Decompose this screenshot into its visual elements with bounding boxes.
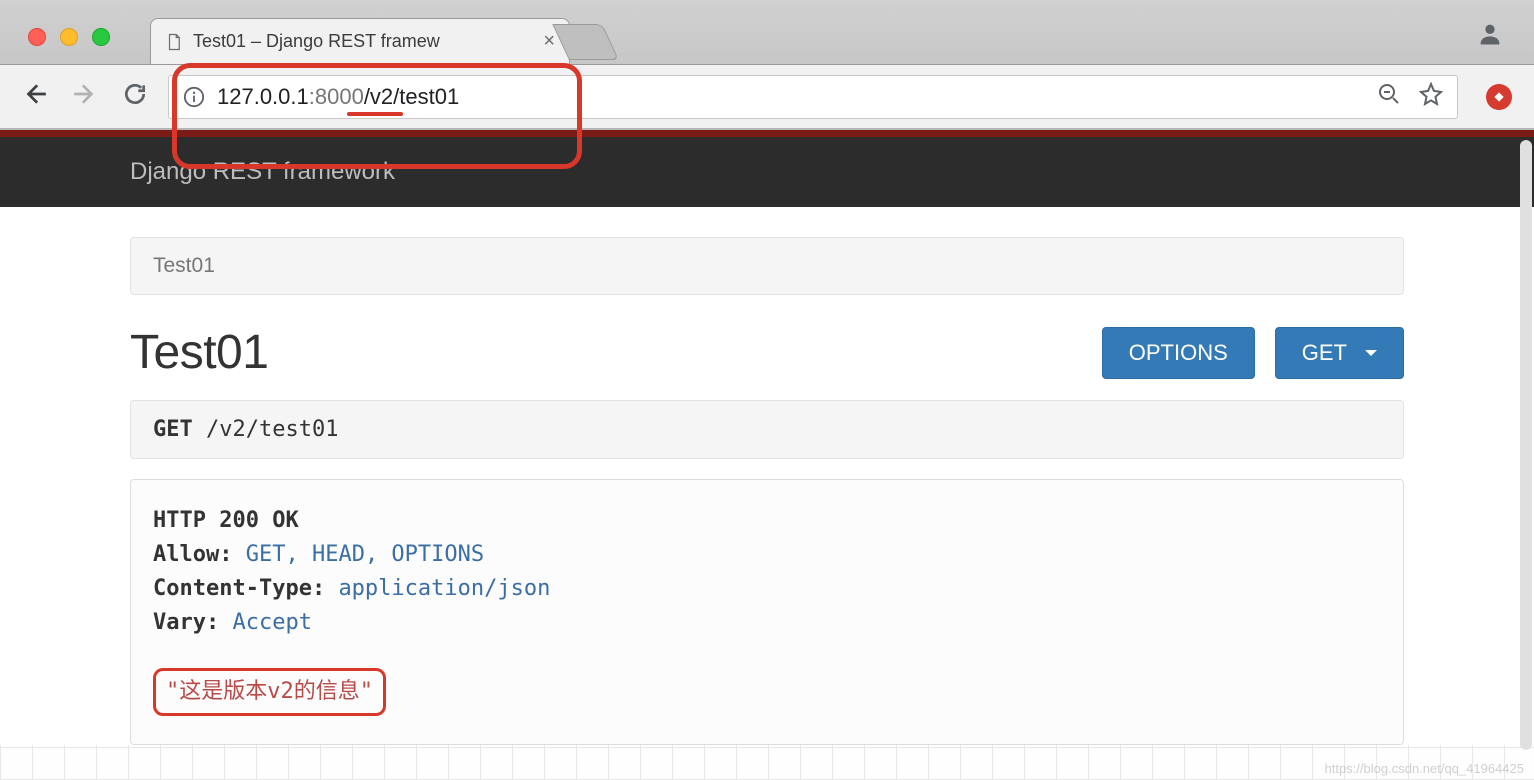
- response-header-value: GET, HEAD, OPTIONS: [246, 542, 484, 567]
- get-button[interactable]: GET: [1275, 327, 1404, 379]
- breadcrumb-current: Test01: [153, 254, 215, 277]
- reload-button[interactable]: [122, 81, 148, 112]
- minimize-window-button[interactable]: [60, 28, 78, 46]
- options-button-label: OPTIONS: [1129, 340, 1228, 366]
- request-path: /v2/test01: [206, 417, 338, 442]
- bookmark-star-icon[interactable]: [1419, 82, 1443, 112]
- chevron-down-icon: [1365, 350, 1377, 356]
- response-panel: HTTP 200 OK Allow: GET, HEAD, OPTIONS Co…: [130, 479, 1404, 745]
- close-tab-icon[interactable]: ×: [543, 30, 555, 53]
- maximize-window-button[interactable]: [92, 28, 110, 46]
- watermark: https://blog.csdn.net/qq_41964425: [1325, 761, 1525, 776]
- page-viewport: Django REST framework Test01 Test01 OPTI…: [0, 130, 1534, 780]
- response-header-row: Content-Type: application/json: [153, 572, 1381, 606]
- extension-icon[interactable]: [1486, 84, 1512, 110]
- response-header-key: Vary:: [153, 610, 219, 635]
- profile-icon[interactable]: [1476, 20, 1504, 48]
- request-line: GET /v2/test01: [130, 400, 1404, 459]
- tab-strip: Test01 – Django REST framew ×: [150, 0, 619, 64]
- url-annotation-underline: [347, 112, 403, 116]
- page-title: Test01: [130, 325, 268, 380]
- close-window-button[interactable]: [28, 28, 46, 46]
- address-bar[interactable]: 127.0.0.1:8000/v2/test01: [168, 75, 1458, 119]
- site-info-icon[interactable]: [183, 86, 205, 108]
- browser-toolbar: 127.0.0.1:8000/v2/test01: [0, 65, 1534, 130]
- response-body: "这是版本v2的信息": [153, 668, 1381, 716]
- tab-title: Test01 – Django REST framew: [193, 31, 533, 52]
- response-body-text: "这是版本v2的信息": [153, 668, 386, 716]
- request-method: GET: [153, 417, 193, 442]
- page-icon: [165, 31, 183, 53]
- get-button-label: GET: [1302, 340, 1347, 366]
- url-text: 127.0.0.1:8000/v2/test01: [217, 84, 459, 110]
- window-controls: [0, 28, 110, 64]
- zoom-out-icon[interactable]: [1377, 82, 1401, 112]
- breadcrumb: Test01: [130, 237, 1404, 295]
- response-header-value: application/json: [338, 576, 550, 601]
- response-header-value: Accept: [232, 610, 311, 635]
- back-button[interactable]: [22, 81, 48, 112]
- response-header-key: Allow:: [153, 542, 232, 567]
- response-header-row: Vary: Accept: [153, 606, 1381, 640]
- top-accent-bar: [0, 130, 1534, 137]
- browser-titlebar: Test01 – Django REST framew ×: [0, 0, 1534, 65]
- brand-link[interactable]: Django REST framework: [130, 158, 395, 186]
- options-button[interactable]: OPTIONS: [1102, 327, 1255, 379]
- vertical-scrollbar[interactable]: [1520, 140, 1532, 750]
- response-header-key: Content-Type:: [153, 576, 325, 601]
- response-header-row: Allow: GET, HEAD, OPTIONS: [153, 538, 1381, 572]
- response-status: HTTP 200 OK: [153, 504, 1381, 538]
- navbar: Django REST framework: [0, 137, 1534, 207]
- browser-tab-active[interactable]: Test01 – Django REST framew ×: [150, 18, 570, 64]
- forward-button[interactable]: [72, 81, 98, 112]
